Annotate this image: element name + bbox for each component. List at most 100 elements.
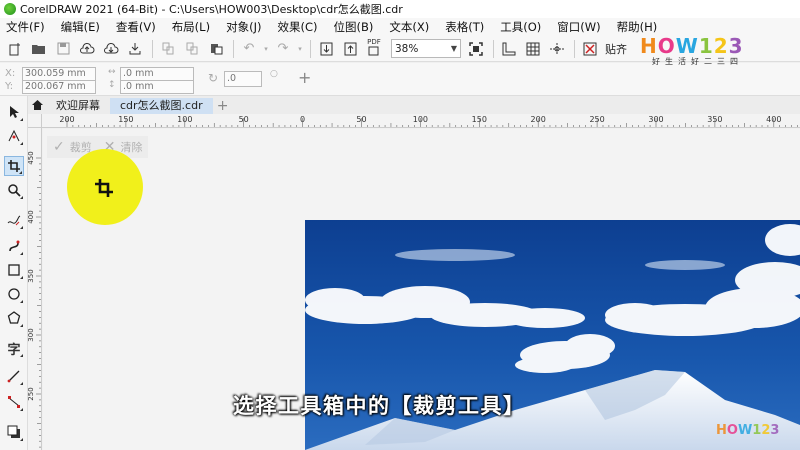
shadow-tool-icon[interactable] <box>4 422 24 442</box>
open-folder-icon[interactable] <box>28 38 50 60</box>
save-icon[interactable] <box>52 38 74 60</box>
toolbar-separator <box>574 39 575 58</box>
crop-tool-icon[interactable] <box>4 156 24 176</box>
menu-tools[interactable]: 工具(O) <box>500 19 541 35</box>
watermark-letter: 1 <box>698 34 714 58</box>
paste-icon[interactable] <box>205 38 227 60</box>
toolbar-separator <box>493 39 494 58</box>
title-bar: CorelDRAW 2021 (64-Bit) - C:\Users\HOW00… <box>0 0 800 18</box>
pick-tool-icon[interactable] <box>4 102 24 122</box>
watermark-letter: 1 <box>752 423 762 438</box>
menu-file[interactable]: 文件(F) <box>6 19 45 35</box>
y-label: Y: <box>5 81 14 92</box>
video-subtitle: 选择工具箱中的【裁剪工具】 <box>233 394 526 418</box>
print-icon[interactable] <box>124 38 146 60</box>
ruler-tick-label: 250 <box>28 387 35 400</box>
toolbar-separator <box>233 39 234 58</box>
ruler-tick-label: 350 <box>28 269 35 282</box>
coreldraw-logo-icon <box>4 3 16 15</box>
tab-document[interactable]: cdr怎么截图.cdr <box>110 98 213 114</box>
zoom-level-dropdown[interactable]: 38% ▼ <box>391 39 461 58</box>
zoom-value: 38% <box>395 42 419 55</box>
menu-object[interactable]: 对象(J) <box>226 19 261 35</box>
toolbox: 字 <box>0 96 28 450</box>
x-position-field[interactable]: 300.059 mm <box>22 67 96 81</box>
polygon-tool-icon[interactable] <box>4 308 24 328</box>
ruler-tick-label: 400 <box>28 210 35 223</box>
full-screen-preview-icon[interactable] <box>465 38 487 60</box>
width-icon: ↔ <box>108 67 116 77</box>
width-field[interactable]: .0 mm <box>120 67 194 81</box>
text-tool-icon[interactable]: 字 <box>4 338 24 358</box>
show-guidelines-icon[interactable] <box>546 38 568 60</box>
watermark-letter: O <box>657 34 676 58</box>
check-icon: ✓ <box>53 139 65 155</box>
snap-to-label[interactable]: 贴齐 <box>605 41 627 57</box>
watermark-letter: O <box>726 423 738 438</box>
menu-text[interactable]: 文本(X) <box>389 19 429 35</box>
zoom-tool-icon[interactable] <box>4 180 24 200</box>
watermark-slogan: 好生活好二三四 <box>652 57 743 66</box>
menu-view[interactable]: 查看(V) <box>116 19 156 35</box>
home-icon[interactable] <box>28 96 46 114</box>
add-tab-icon[interactable]: + <box>215 98 231 114</box>
ruler-origin[interactable] <box>28 114 42 128</box>
document-tabs: 欢迎屏幕 cdr怎么截图.cdr + <box>28 96 800 114</box>
menu-help[interactable]: 帮助(H) <box>617 19 658 35</box>
menu-table[interactable]: 表格(T) <box>445 19 484 35</box>
cloud-upload-icon[interactable] <box>76 38 98 60</box>
menu-bitmaps[interactable]: 位图(B) <box>333 19 373 35</box>
watermark-brand: HOW123 <box>640 36 775 56</box>
ruler-tick-label: 450 <box>28 151 35 164</box>
add-icon[interactable]: + <box>298 68 311 87</box>
rotation-icon: ↻ <box>208 71 219 85</box>
how123-corner-watermark: HOW123 <box>716 423 779 438</box>
show-grid-icon[interactable] <box>522 38 544 60</box>
menu-layout[interactable]: 布局(L) <box>172 19 210 35</box>
import-icon[interactable] <box>315 38 337 60</box>
watermark-letter: 3 <box>728 34 744 58</box>
copy-icon[interactable] <box>181 38 203 60</box>
toolbar-separator <box>152 39 153 58</box>
watermark-letter: 3 <box>770 423 780 438</box>
connector-tool-icon[interactable] <box>4 392 24 412</box>
pdf-label: PDF <box>367 38 381 46</box>
horizontal-ruler[interactable]: 200 150 100 50 0 50 100 150 200 250 300 350 400 <box>42 114 800 128</box>
redo-dropdown-icon[interactable]: ▾ <box>296 38 304 60</box>
cut-icon[interactable] <box>157 38 179 60</box>
window-title: CorelDRAW 2021 (64-Bit) - C:\Users\HOW00… <box>20 3 403 16</box>
vertical-ruler[interactable]: 450 400 350 300 250 <box>28 128 42 450</box>
watermark-letter: 2 <box>713 34 729 58</box>
watermark-letter: W <box>737 423 753 438</box>
publish-pdf-icon[interactable]: PDF <box>363 38 385 60</box>
show-rulers-icon[interactable] <box>498 38 520 60</box>
watermark-letter: H <box>716 423 727 438</box>
cloud-download-icon[interactable] <box>100 38 122 60</box>
shape-tool-icon[interactable] <box>4 126 24 146</box>
undo-dropdown-icon[interactable]: ▾ <box>262 38 270 60</box>
menu-edit[interactable]: 编辑(E) <box>61 19 100 35</box>
toolbar-separator <box>310 39 311 58</box>
menu-window[interactable]: 窗口(W) <box>557 19 600 35</box>
ellipse-tool-icon[interactable] <box>4 284 24 304</box>
tab-welcome-screen[interactable]: 欢迎屏幕 <box>46 98 110 114</box>
new-document-icon[interactable] <box>4 38 26 60</box>
snap-off-icon[interactable] <box>579 38 601 60</box>
crop-clear-label: 清除 <box>120 141 143 154</box>
rotation-angle-field[interactable]: .0 <box>224 71 262 87</box>
watermark-letter: H <box>640 34 658 58</box>
watermark-letter: W <box>675 34 699 58</box>
height-icon: ↕ <box>108 80 116 90</box>
x-label: X: <box>5 68 16 79</box>
artistic-media-tool-icon[interactable] <box>4 236 24 256</box>
freehand-tool-icon[interactable] <box>4 210 24 230</box>
redo-icon[interactable]: ↷ <box>272 38 294 60</box>
parallel-dimension-tool-icon[interactable] <box>4 366 24 386</box>
undo-icon[interactable]: ↶ <box>238 38 260 60</box>
export-icon[interactable] <box>339 38 361 60</box>
height-field[interactable]: .0 mm <box>120 80 194 94</box>
y-position-field[interactable]: 200.067 mm <box>22 80 96 94</box>
rectangle-tool-icon[interactable] <box>4 260 24 280</box>
menu-effects[interactable]: 效果(C) <box>277 19 317 35</box>
chevron-down-icon: ▼ <box>450 44 457 53</box>
